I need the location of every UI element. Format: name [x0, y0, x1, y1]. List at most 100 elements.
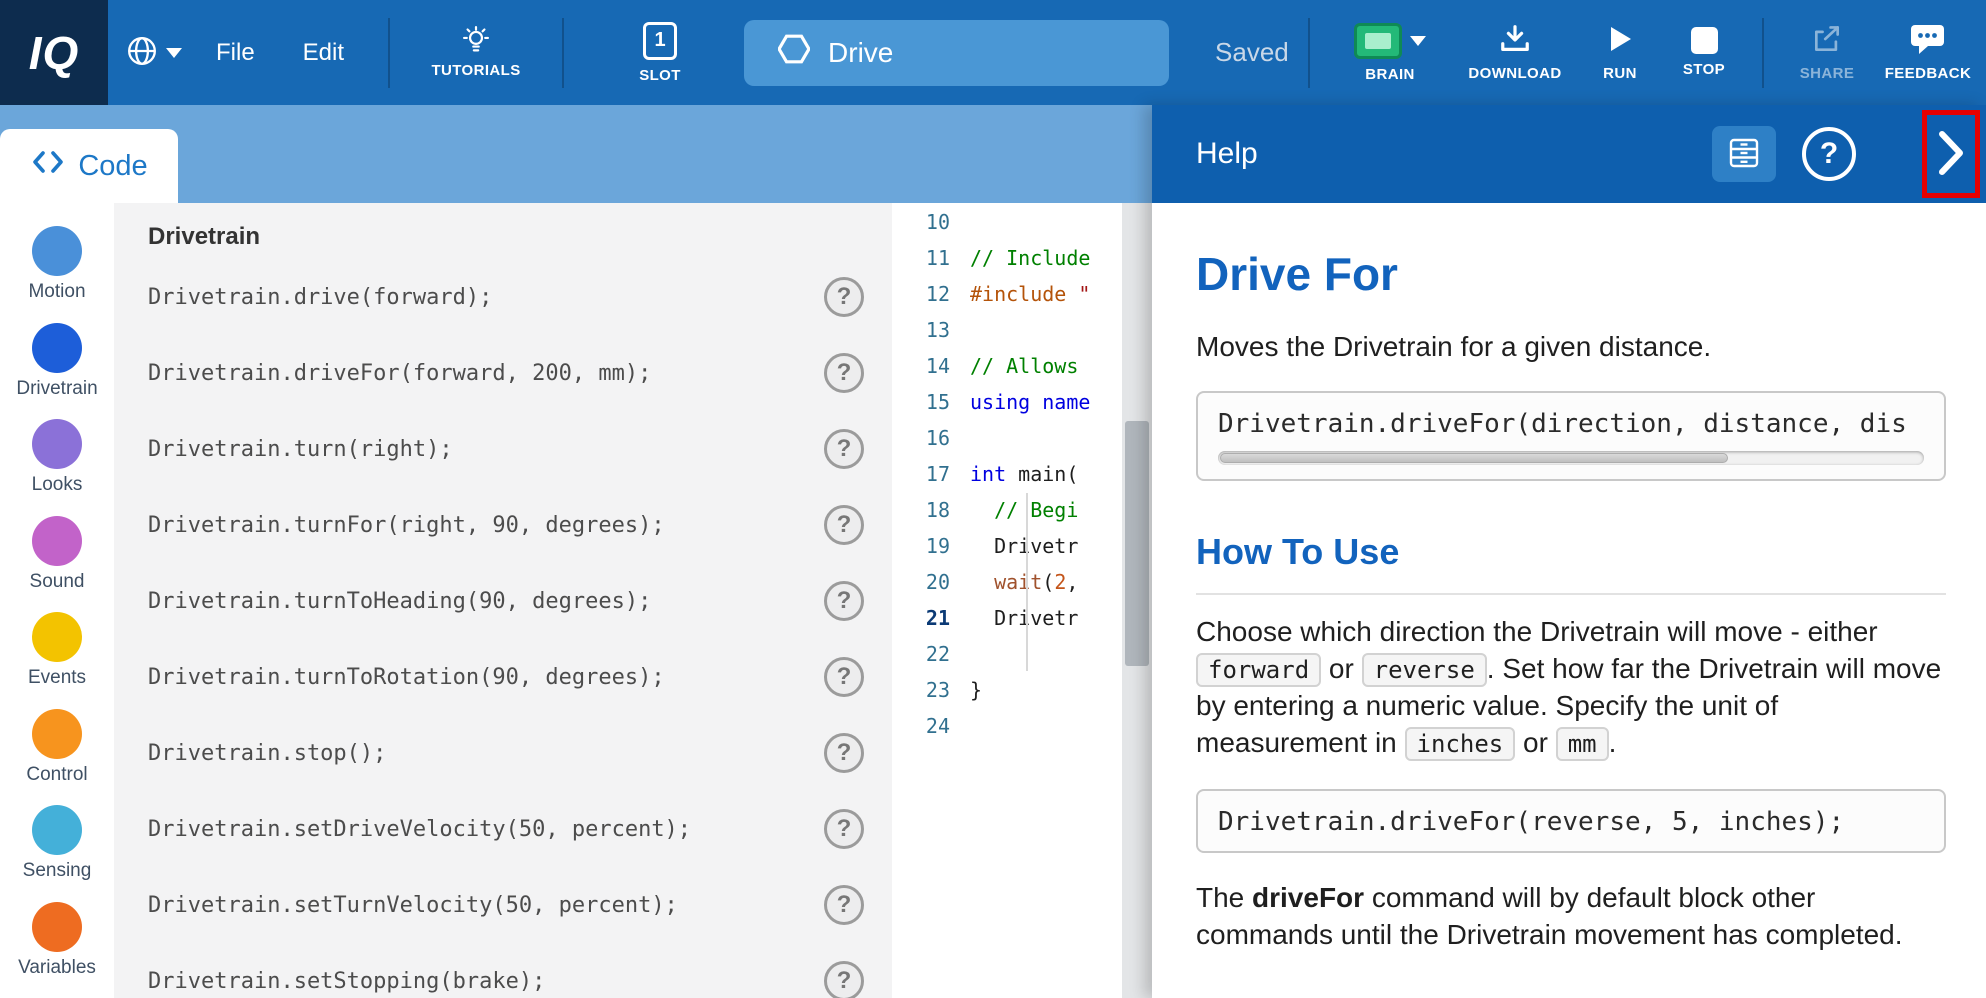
file-menu[interactable]: File	[216, 39, 255, 67]
download-button[interactable]: DOWNLOAD	[1470, 23, 1560, 82]
command-help-button[interactable]: ?	[824, 657, 864, 697]
editor-line: 11// Include	[892, 240, 1152, 276]
language-button[interactable]	[126, 35, 182, 70]
command-snippet[interactable]: Drivetrain.turnFor(right, 90, degrees);	[148, 513, 665, 538]
code-box-hscrollbar-thumb[interactable]	[1220, 453, 1728, 463]
command-help-button[interactable]: ?	[824, 429, 864, 469]
run-label: RUN	[1603, 65, 1637, 82]
command-help-button[interactable]: ?	[824, 733, 864, 773]
category-color-dot[interactable]	[32, 516, 82, 566]
code-line[interactable]: wait(2,	[970, 564, 1078, 600]
category-color-dot[interactable]	[32, 226, 82, 276]
usage-paragraph: Choose which direction the Drivetrain wi…	[1196, 613, 1946, 761]
category-control[interactable]: Control	[0, 709, 114, 806]
feedback-bubble-icon	[1909, 23, 1947, 58]
category-events[interactable]: Events	[0, 612, 114, 709]
category-color-dot[interactable]	[32, 419, 82, 469]
code-line[interactable]: int main(	[970, 456, 1078, 492]
cabinet-button[interactable]	[1712, 126, 1776, 182]
help-panel-title: Help	[1196, 137, 1258, 171]
slot-button[interactable]: 1 SLOT	[628, 22, 692, 84]
editor-line: 21 Drivetr	[892, 600, 1152, 636]
category-variables[interactable]: Variables	[0, 902, 114, 998]
category-color-dot[interactable]	[32, 709, 82, 759]
editor-scrollbar[interactable]	[1122, 203, 1152, 998]
category-color-dot[interactable]	[32, 323, 82, 373]
category-label: Sensing	[23, 860, 92, 882]
code-line[interactable]: using name	[970, 384, 1090, 420]
command-snippet[interactable]: Drivetrain.turnToRotation(90, degrees);	[148, 665, 665, 690]
code-box-hscrollbar[interactable]	[1218, 451, 1924, 465]
download-icon	[1498, 23, 1532, 58]
command-help-button[interactable]: ?	[824, 885, 864, 925]
help-description: Moves the Drivetrain for a given distanc…	[1196, 331, 1946, 363]
editor-line: 14// Allows	[892, 348, 1152, 384]
command-list: Drivetrain.drive(forward);?Drivetrain.dr…	[148, 259, 864, 998]
code-line[interactable]: Drivetr	[970, 600, 1078, 636]
category-drivetrain[interactable]: Drivetrain	[0, 323, 114, 420]
code-line[interactable]: // Include	[970, 240, 1090, 276]
code-line[interactable]: #include "	[970, 276, 1090, 312]
category-looks[interactable]: Looks	[0, 419, 114, 516]
command-snippet[interactable]: Drivetrain.driveFor(forward, 200, mm);	[148, 361, 651, 386]
tutorials-button[interactable]: TUTORIALS	[420, 26, 532, 79]
editor-scrollbar-thumb[interactable]	[1125, 421, 1149, 666]
category-sensing[interactable]: Sensing	[0, 805, 114, 902]
category-color-dot[interactable]	[32, 805, 82, 855]
line-number: 10	[892, 204, 970, 240]
chevron-right-icon	[1935, 128, 1967, 181]
command-snippet[interactable]: Drivetrain.setTurnVelocity(50, percent);	[148, 893, 678, 918]
edit-menu[interactable]: Edit	[303, 39, 344, 67]
signature-code: Drivetrain.driveFor(direction, distance,…	[1218, 409, 1907, 439]
signature-code-box: Drivetrain.driveFor(direction, distance,…	[1196, 391, 1946, 481]
help-question-button[interactable]: ?	[1802, 127, 1856, 181]
feedback-button[interactable]: FEEDBACK	[1884, 23, 1972, 82]
tab-code[interactable]: Code	[0, 129, 178, 203]
inline-code-chip: mm	[1556, 727, 1609, 761]
code-line[interactable]: // Allows	[970, 348, 1090, 384]
command-group-header: Drivetrain	[148, 215, 864, 259]
command-row: Drivetrain.setStopping(brake);?	[148, 943, 864, 998]
command-snippet[interactable]: Drivetrain.drive(forward);	[148, 285, 492, 310]
hexagon-icon	[778, 34, 810, 71]
vexcode-iq-app: IQ File Edit TUTORIALS 1 SLOT Drive	[0, 0, 1986, 998]
run-button[interactable]: RUN	[1598, 23, 1642, 82]
project-name: Drive	[828, 37, 893, 69]
category-label: Events	[28, 667, 86, 689]
code-line[interactable]: // Begi	[970, 492, 1078, 528]
category-sound[interactable]: Sound	[0, 516, 114, 613]
inline-code-chip: reverse	[1362, 653, 1487, 687]
line-number: 12	[892, 276, 970, 312]
command-snippet[interactable]: Drivetrain.turn(right);	[148, 437, 453, 462]
category-label: Variables	[18, 957, 96, 979]
command-snippet[interactable]: Drivetrain.turnToHeading(90, degrees);	[148, 589, 651, 614]
code-line[interactable]: Drivetr	[970, 528, 1078, 564]
command-snippet[interactable]: Drivetrain.stop();	[148, 741, 386, 766]
editor-line: 18 // Begi	[892, 492, 1152, 528]
command-snippet[interactable]: Drivetrain.setStopping(brake);	[148, 969, 545, 994]
category-motion[interactable]: Motion	[0, 226, 114, 323]
command-row: Drivetrain.driveFor(forward, 200, mm);?	[148, 335, 864, 411]
play-icon	[1605, 23, 1635, 58]
share-button[interactable]: SHARE	[1798, 23, 1856, 82]
command-help-button[interactable]: ?	[824, 581, 864, 621]
section-divider	[1196, 593, 1946, 595]
code-tab-label: Code	[78, 150, 147, 183]
iq-logo: IQ	[0, 0, 108, 105]
category-color-dot[interactable]	[32, 612, 82, 662]
command-help-button[interactable]: ?	[824, 809, 864, 849]
project-name-button[interactable]: Drive	[744, 20, 1169, 86]
editor-line: 15using name	[892, 384, 1152, 420]
code-editor[interactable]: 1011// Include12#include "1314// Allows …	[892, 203, 1152, 998]
brain-button[interactable]: BRAIN	[1348, 23, 1432, 83]
command-snippet[interactable]: Drivetrain.setDriveVelocity(50, percent)…	[148, 817, 691, 842]
line-number: 20	[892, 564, 970, 600]
collapse-help-button[interactable]	[1935, 128, 1967, 181]
stop-button[interactable]: STOP	[1680, 27, 1728, 78]
code-line[interactable]: }	[970, 672, 982, 708]
category-color-dot[interactable]	[32, 902, 82, 952]
command-help-button[interactable]: ?	[824, 277, 864, 317]
command-help-button[interactable]: ?	[824, 353, 864, 393]
command-help-button[interactable]: ?	[824, 505, 864, 545]
command-help-button[interactable]: ?	[824, 961, 864, 998]
